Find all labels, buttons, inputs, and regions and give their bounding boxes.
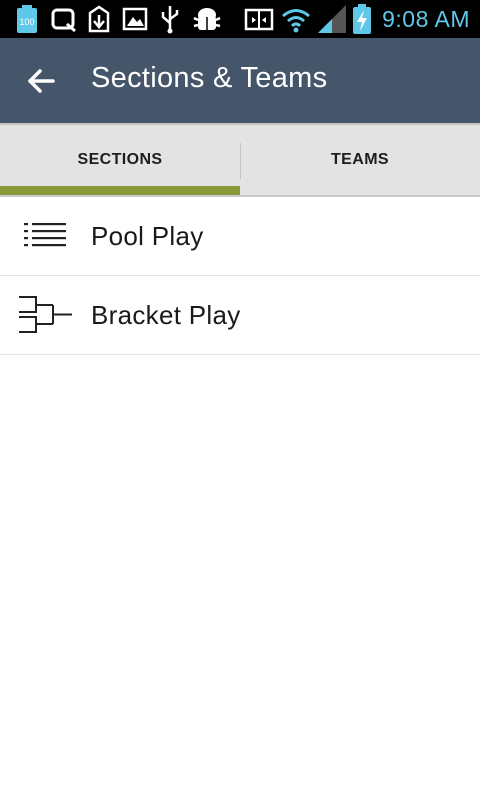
usb-icon [161,6,179,34]
battery-100-notification-icon: 100 [17,5,37,33]
battery-badge-text: 100 [19,17,34,27]
list-item-label: Bracket Play [91,300,241,330]
list-item-bracket-play[interactable]: Bracket Play [0,276,480,355]
list-icon [24,223,66,247]
list-item-label: Pool Play [91,221,204,251]
list-item-pool-play[interactable]: Pool Play [0,197,480,276]
back-arrow-icon[interactable] [18,58,64,104]
tab-selected-indicator [0,186,240,195]
image-icon [122,7,148,31]
app-bar: Sections & Teams [0,38,480,123]
status-bar: 100 9:08 AM [0,0,480,38]
tab-bar: SECTIONS TEAMS [0,123,480,197]
cell-signal-icon [318,5,346,33]
tab-teams[interactable]: TEAMS [240,125,480,195]
tab-sections[interactable]: SECTIONS [0,125,240,195]
page-title: Sections & Teams [91,62,328,94]
download-icon [88,5,110,33]
android-debug-icon [193,8,221,30]
wifi-icon [282,9,310,33]
sections-list: Pool Play Bracket Play [0,197,480,355]
bracket-icon [19,296,72,333]
screen-mirror-icon [244,8,274,31]
status-time: 9:08 AM [382,6,470,32]
q-app-icon [51,8,76,33]
battery-charging-icon [353,4,371,34]
